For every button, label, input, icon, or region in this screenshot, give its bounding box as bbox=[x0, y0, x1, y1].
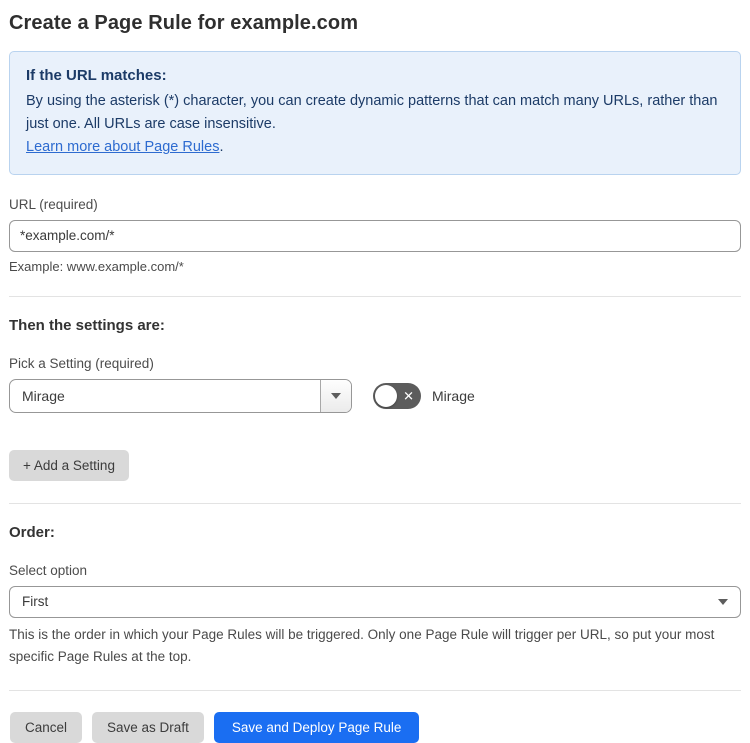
setting-select[interactable]: Mirage bbox=[9, 378, 352, 413]
link-period: . bbox=[219, 139, 224, 156]
footer-actions: Cancel Save as Draft Save and Deploy Pag… bbox=[9, 712, 741, 743]
setting-select-arrow-button[interactable] bbox=[320, 379, 351, 412]
setting-row: Mirage ✕ Mirage bbox=[9, 378, 741, 413]
save-as-draft-button[interactable]: Save as Draft bbox=[92, 712, 204, 743]
learn-more-link[interactable]: Learn more about Page Rules bbox=[26, 139, 219, 155]
chevron-down-icon bbox=[718, 598, 728, 605]
cancel-button[interactable]: Cancel bbox=[10, 712, 83, 743]
divider bbox=[9, 690, 741, 692]
add-setting-button[interactable]: + Add a Setting bbox=[9, 449, 129, 481]
order-section-heading: Order: bbox=[9, 523, 55, 541]
url-match-info-box: If the URL matches: By using the asteris… bbox=[9, 51, 741, 175]
order-helper-text: This is the order in which your Page Rul… bbox=[9, 626, 715, 664]
url-field-label: URL (required) bbox=[9, 196, 98, 212]
url-helper-text: Example: www.example.com/* bbox=[9, 258, 184, 274]
divider bbox=[9, 502, 741, 504]
order-select[interactable]: First bbox=[9, 585, 741, 618]
save-and-deploy-button[interactable]: Save and Deploy Page Rule bbox=[213, 712, 420, 743]
chevron-down-icon bbox=[331, 392, 341, 399]
page-title: Create a Page Rule for example.com bbox=[9, 12, 359, 34]
toggle-knob bbox=[375, 384, 397, 407]
toggle-label: Mirage bbox=[432, 387, 475, 404]
info-box-heading: If the URL matches: bbox=[26, 67, 167, 84]
page-rule-form: Create a Page Rule for example.com If th… bbox=[0, 0, 750, 743]
info-box-body: By using the asterisk (*) character, you… bbox=[26, 93, 718, 133]
setting-select-value: Mirage bbox=[22, 387, 65, 404]
order-select-label: Select option bbox=[9, 562, 88, 578]
toggle-off-x-icon: ✕ bbox=[403, 388, 414, 404]
divider bbox=[9, 295, 741, 297]
settings-section-heading: Then the settings are: bbox=[9, 316, 165, 334]
info-box-link-row: Learn more about Page Rules. bbox=[26, 136, 724, 159]
order-select-value: First bbox=[22, 594, 49, 610]
url-input[interactable] bbox=[9, 219, 741, 252]
mirage-toggle[interactable]: ✕ bbox=[373, 382, 421, 409]
pick-setting-label: Pick a Setting (required) bbox=[9, 355, 154, 371]
